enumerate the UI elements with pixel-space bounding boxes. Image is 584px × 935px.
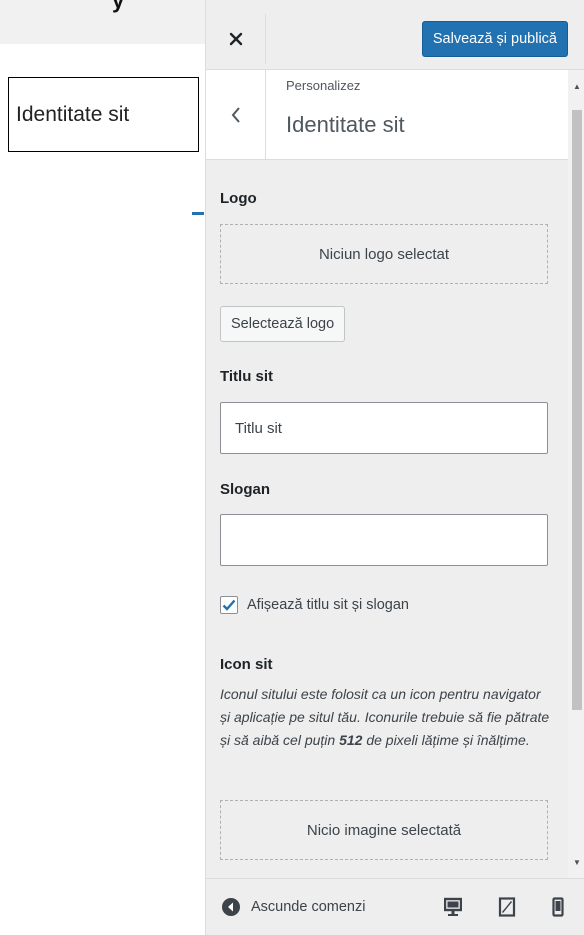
focus-indicator xyxy=(192,212,204,215)
site-title-label: Titlu sit xyxy=(220,368,274,385)
section-title: Identitate sit xyxy=(286,112,405,137)
scroll-up-arrow[interactable]: ▲ xyxy=(572,80,582,94)
tablet-icon xyxy=(498,897,516,917)
annotation-callout-text: Identitate sit xyxy=(16,102,130,126)
logo-placeholder-text: Niciun logo selectat xyxy=(318,245,450,263)
scrollbar-thumb[interactable] xyxy=(572,110,582,710)
panel-scrollbar[interactable]: ▲ ▼ xyxy=(568,70,584,878)
preview-tablet-button[interactable] xyxy=(493,893,521,921)
customizer-footer: Ascunde comenzi xyxy=(206,878,584,935)
desktop-icon xyxy=(444,897,462,916)
site-icon-placeholder[interactable]: Nicio imagine selectată xyxy=(220,800,548,860)
checkmark-icon xyxy=(222,599,236,611)
back-button[interactable] xyxy=(206,70,266,160)
hide-controls-label: Ascunde comenzi xyxy=(251,899,366,915)
mobile-icon xyxy=(552,897,564,917)
chevron-left-icon xyxy=(231,107,240,123)
close-button[interactable] xyxy=(206,14,266,64)
page-title-fragment: y xyxy=(112,0,125,13)
display-title-tagline-label: Afișează titlu sit și slogan xyxy=(247,597,409,613)
site-icon-label: Icon sit xyxy=(220,656,273,673)
save-and-publish-button[interactable]: Salvează și publică xyxy=(421,21,568,57)
close-icon xyxy=(229,32,242,46)
preview-mobile-button[interactable] xyxy=(544,893,572,921)
preview-desktop-button[interactable] xyxy=(439,893,467,921)
site-title-input[interactable] xyxy=(220,402,548,454)
tagline-label: Slogan xyxy=(220,481,271,498)
collapse-icon xyxy=(222,898,240,916)
display-title-tagline-checkbox[interactable] xyxy=(220,596,238,614)
scroll-down-arrow[interactable]: ▼ xyxy=(572,856,582,870)
customizer-header: Salvează și publică xyxy=(206,0,584,70)
site-icon-description-tail: de pixeli lățime și înălțime. xyxy=(362,732,530,748)
hide-controls-button[interactable]: Ascunde comenzi xyxy=(221,897,365,917)
logo-label: Logo xyxy=(220,190,257,207)
logo-placeholder[interactable]: Niciun logo selectat xyxy=(220,224,548,284)
tagline-input[interactable] xyxy=(220,514,548,566)
site-icon-placeholder-text: Nicio imagine selectată xyxy=(306,821,462,839)
annotation-callout: Identitate sit xyxy=(8,77,199,152)
breadcrumb: Personalizez xyxy=(286,78,361,93)
select-logo-button[interactable]: Selectează logo xyxy=(220,306,346,342)
site-icon-description: Iconul sitului este folosit ca un icon p… xyxy=(220,683,550,752)
display-title-tagline-row[interactable]: Afișează titlu sit și slogan xyxy=(220,596,409,614)
site-icon-size-value: 512 xyxy=(339,732,363,748)
page-header-strip xyxy=(0,0,205,44)
section-header: Personalizez Identitate sit xyxy=(206,70,568,160)
customizer-panel: Salvează și publică Personalizez Identit… xyxy=(205,0,584,935)
